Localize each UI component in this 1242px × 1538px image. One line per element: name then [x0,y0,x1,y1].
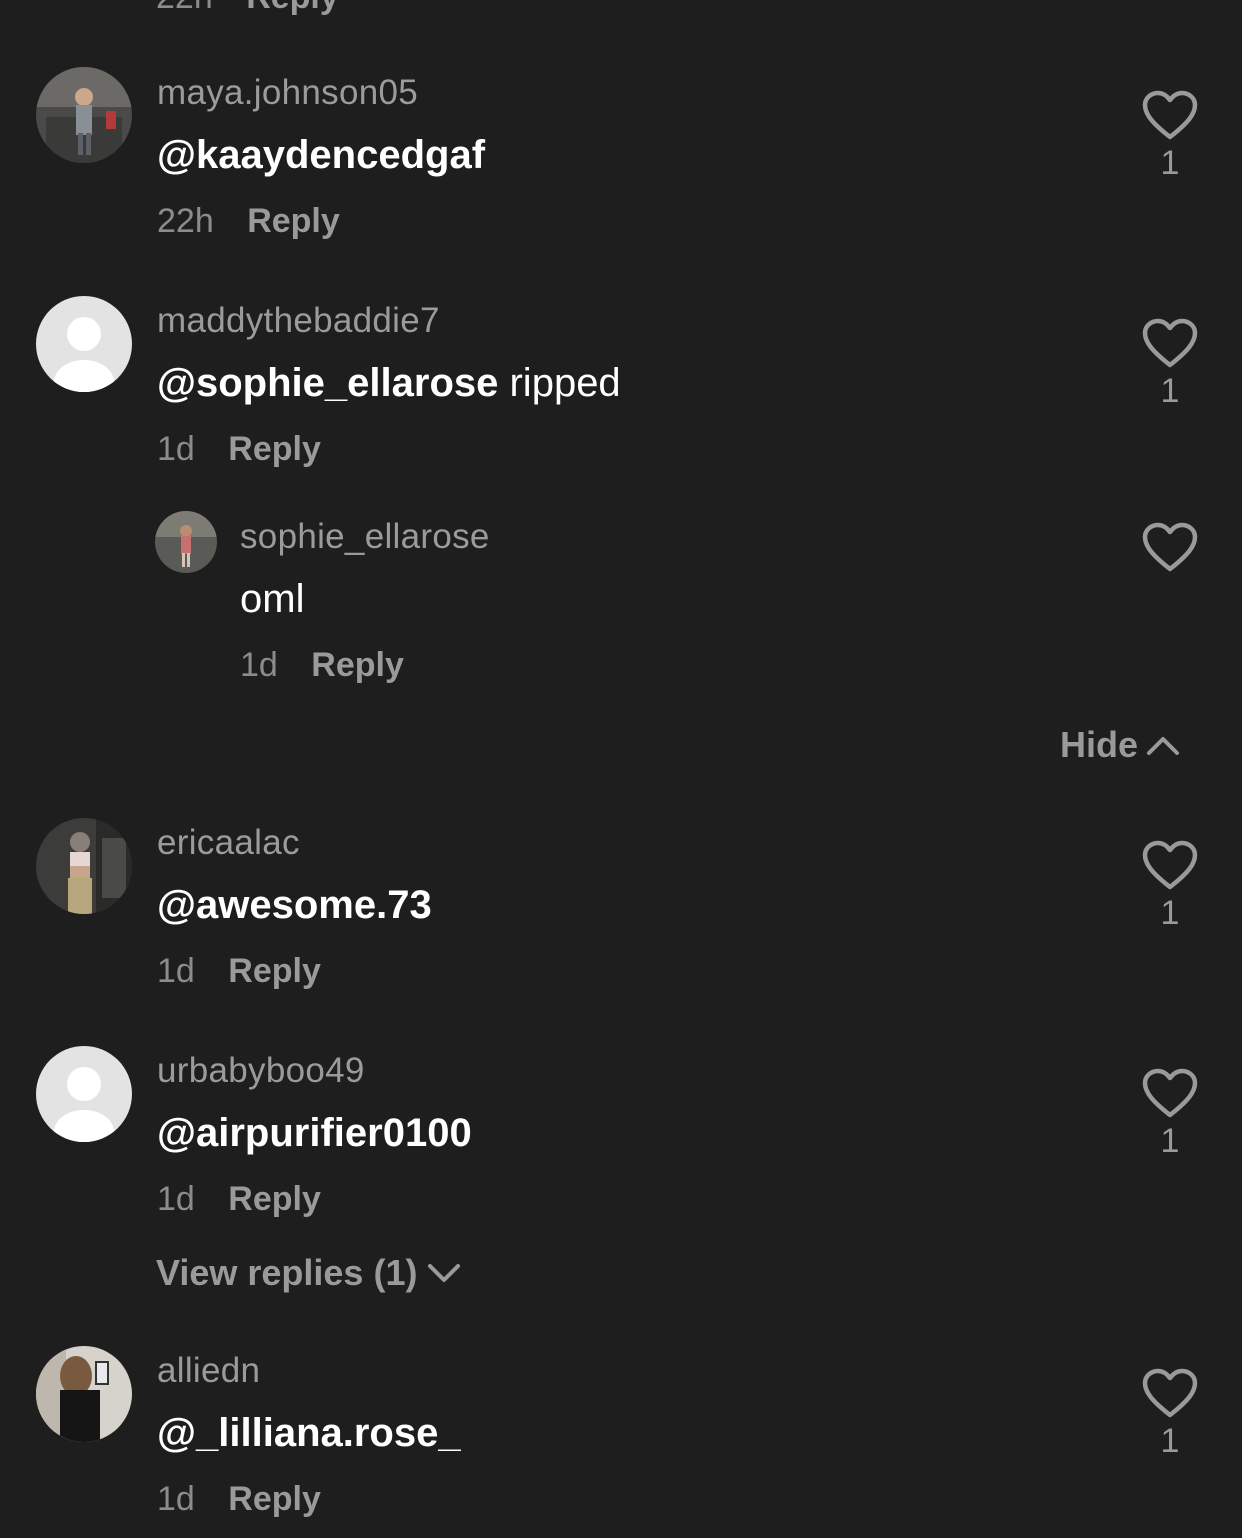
comment-username[interactable]: urbabyboo49 [157,1051,365,1091]
reply-time: 1d [240,646,278,684]
comment-time: 1d [157,1480,195,1518]
reply-button[interactable]: Reply [228,1180,321,1218]
comment-username[interactable]: ericaalac [157,823,300,863]
heart-outline-icon [1142,90,1198,140]
like-button[interactable]: 1 [1140,90,1200,183]
like-count: 1 [1160,372,1180,410]
reply-username[interactable]: sophie_ellarose [240,517,490,557]
comment-username[interactable]: maddythebaddie7 [157,301,440,341]
comment-time: 22h [157,202,214,240]
avatar[interactable] [36,1346,132,1442]
reply-button[interactable]: Reply [246,0,339,16]
comment-text: @awesome.73 [157,883,432,928]
default-avatar-icon [36,296,132,392]
hide-replies-button[interactable]: Hide [1060,724,1180,766]
previous-comment-meta: 22h Reply [156,0,339,17]
reply-button[interactable]: Reply [311,646,404,684]
comment-time: 1d [157,1180,195,1218]
avatar[interactable] [36,67,132,163]
comment-text: @kaaydencedgaf [157,133,485,178]
reply-button[interactable]: Reply [228,430,321,468]
avatar-photo [36,67,132,163]
heart-outline-icon [1142,318,1198,368]
comment-time: 1d [157,952,195,990]
view-replies-label: View replies (1) [156,1252,418,1293]
comment-meta: 1d Reply [157,1180,321,1219]
avatar[interactable] [36,1046,132,1142]
like-count: 1 [1160,894,1180,932]
comment-mention[interactable]: @_lilliana.rose_ [157,1411,461,1455]
reply-button[interactable]: Reply [228,952,321,990]
comment-mention[interactable]: @sophie_ellarose [157,361,498,405]
comment-text: @sophie_ellarose ripped [157,361,621,406]
heart-outline-icon [1142,522,1198,572]
avatar[interactable] [36,818,132,914]
comment-meta: 1d Reply [157,1480,321,1519]
chevron-down-icon [428,1264,461,1282]
comment-meta: 1d Reply [157,430,321,469]
comment-mention[interactable]: @awesome.73 [157,883,432,927]
avatar-photo [36,1346,132,1442]
comment-meta: 1d Reply [157,952,321,991]
comment-username[interactable]: alliedn [157,1351,260,1391]
heart-outline-icon [1142,840,1198,890]
like-count: 1 [1160,1422,1180,1460]
comment-text: @airpurifier0100 [157,1111,472,1156]
comment-body: ripped [498,361,621,405]
avatar-photo [155,511,217,573]
comment-time: 1d [157,430,195,468]
comment-time: 22h [156,0,213,16]
avatar[interactable] [36,296,132,392]
like-count: 1 [1160,1122,1180,1160]
reply-button[interactable]: Reply [228,1480,321,1518]
like-button[interactable]: 1 [1140,1368,1200,1461]
reply-meta: 1d Reply [240,646,404,685]
hide-label: Hide [1060,724,1139,765]
avatar-photo [36,818,132,914]
comment-mention[interactable]: @airpurifier0100 [157,1111,472,1155]
reply-button[interactable]: Reply [247,202,340,240]
like-button[interactable]: 1 [1140,1068,1200,1161]
comment-meta: 22h Reply [157,202,340,241]
comment-text: @_lilliana.rose_ [157,1411,461,1456]
heart-outline-icon [1142,1068,1198,1118]
default-avatar-icon [36,1046,132,1142]
comment-username[interactable]: maya.johnson05 [157,73,418,113]
avatar[interactable] [155,511,217,573]
like-button[interactable]: 1 [1140,318,1200,411]
like-count: 1 [1160,144,1180,182]
heart-outline-icon [1142,1368,1198,1418]
like-button[interactable]: 1 [1140,840,1200,933]
like-button[interactable] [1140,522,1200,574]
view-replies-button[interactable]: View replies (1) [156,1252,461,1294]
comment-mention[interactable]: @kaaydencedgaf [157,133,485,177]
reply-text: oml [240,577,305,621]
chevron-up-icon [1147,737,1180,755]
